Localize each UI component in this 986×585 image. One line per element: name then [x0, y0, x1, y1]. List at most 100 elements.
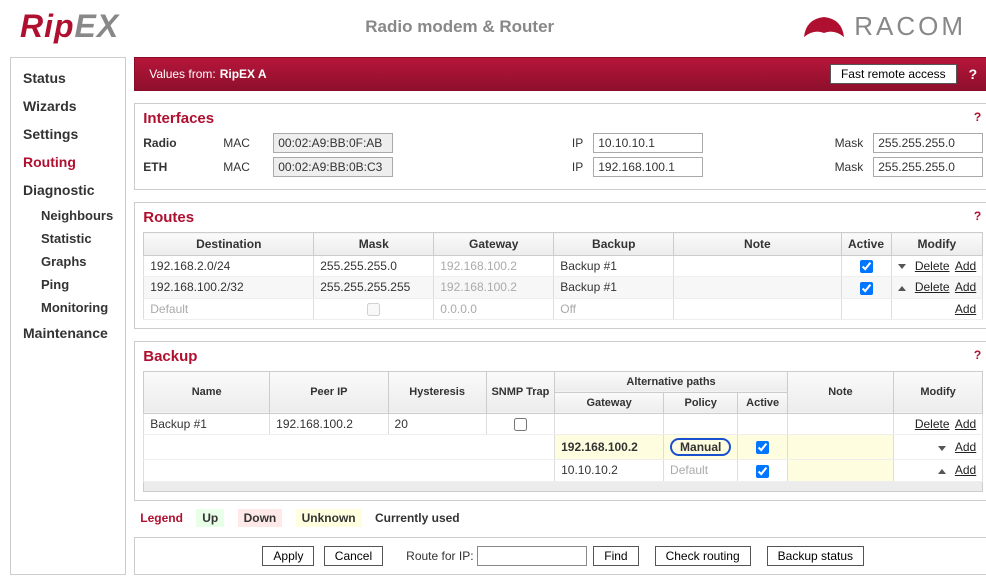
alt-path-row: 192.168.100.2 Manual Add: [144, 435, 983, 460]
check-routing-button[interactable]: Check routing: [655, 546, 751, 566]
add-link[interactable]: Add: [955, 302, 976, 316]
mask-cell: 255.255.255.255: [314, 277, 434, 298]
add-link[interactable]: Add: [955, 259, 976, 273]
interfaces-help-icon[interactable]: ?: [974, 110, 981, 124]
peer-cell: 192.168.100.2: [270, 413, 388, 434]
alt-policy-cell: Default: [664, 460, 738, 481]
sidebar-sub-statistic[interactable]: Statistic: [11, 227, 125, 250]
modify-cell: Delete Add: [893, 413, 982, 434]
sidebar-item-wizards[interactable]: Wizards: [11, 92, 125, 120]
apply-button[interactable]: Apply: [262, 546, 314, 566]
legend-unknown: Unknown: [296, 509, 362, 527]
routes-panel: Routes ? Destination Mask Gateway Backup…: [134, 202, 986, 329]
backup-panel: Backup ? Name Peer IP Hysteresis SNMP Tr…: [134, 341, 986, 501]
delete-link[interactable]: Delete: [915, 259, 950, 273]
note-cell: [787, 460, 893, 481]
sidebar-item-maintenance[interactable]: Maintenance: [11, 319, 125, 347]
arrow-down-icon[interactable]: [938, 446, 946, 451]
values-banner: Values from: RipEX A Fast remote access …: [134, 57, 986, 91]
interfaces-title: Interfaces: [143, 110, 214, 127]
logo-racom: RACOM: [800, 11, 966, 43]
backup-row: Backup #1 192.168.100.2 20 Delete Add: [144, 413, 983, 434]
col-alt-paths: Alternative paths: [555, 371, 788, 392]
logo-ripex: RipEX: [20, 8, 119, 45]
arrow-up-icon[interactable]: [938, 469, 946, 474]
routes-title: Routes: [143, 209, 194, 226]
fast-remote-button[interactable]: Fast remote access: [830, 64, 957, 84]
alt-gw-cell: 192.168.100.2: [555, 435, 664, 460]
gw-cell: 192.168.100.2: [434, 277, 554, 298]
radio-mask-input[interactable]: [873, 133, 983, 153]
modify-cell: Delete Add: [891, 256, 983, 277]
route-row: 192.168.2.0/24 255.255.255.0 192.168.100…: [144, 256, 983, 277]
col-alt-policy: Policy: [664, 392, 738, 413]
routes-help-icon[interactable]: ?: [974, 209, 981, 223]
add-link[interactable]: Add: [955, 463, 976, 477]
alt-active-checkbox[interactable]: [756, 465, 769, 478]
mask-cell: [314, 298, 434, 319]
col-note: Note: [787, 371, 893, 413]
eth-mask-input[interactable]: [873, 157, 983, 177]
radio-mac-input[interactable]: [273, 133, 393, 153]
sidebar-item-diagnostic[interactable]: Diagnostic: [11, 176, 125, 204]
sidebar-item-settings[interactable]: Settings: [11, 120, 125, 148]
mac-label: MAC: [223, 136, 263, 150]
name-cell: Backup #1: [144, 413, 270, 434]
banner-help-icon[interactable]: ?: [969, 66, 978, 82]
delete-link[interactable]: Delete: [915, 280, 950, 294]
col-gateway: Gateway: [434, 233, 554, 256]
mask-label: Mask: [823, 160, 863, 174]
sidebar-item-routing[interactable]: Routing: [11, 148, 125, 176]
legend-current: Currently used: [375, 511, 460, 525]
sidebar-sub-neighbours[interactable]: Neighbours: [11, 204, 125, 227]
find-button[interactable]: Find: [593, 546, 638, 566]
backup-help-icon[interactable]: ?: [974, 348, 981, 362]
ip-label: IP: [563, 160, 583, 174]
dest-cell: 192.168.2.0/24: [144, 256, 314, 277]
add-link[interactable]: Add: [955, 440, 976, 454]
sidebar-item-status[interactable]: Status: [11, 64, 125, 92]
bottom-bar: Apply Cancel Route for IP: Find Check ro…: [134, 537, 986, 575]
note-cell: [674, 256, 841, 277]
route-for-ip-input[interactable]: [477, 546, 587, 566]
eth-ip-input[interactable]: [593, 157, 703, 177]
sidebar-sub-monitoring[interactable]: Monitoring: [11, 296, 125, 319]
policy-manual-badge[interactable]: Manual: [670, 438, 731, 456]
route-row: 192.168.100.2/32 255.255.255.255 192.168…: [144, 277, 983, 298]
arrow-down-icon[interactable]: [898, 264, 906, 269]
active-cell: [841, 256, 891, 277]
mask-label: Mask: [823, 136, 863, 150]
radio-ip-input[interactable]: [593, 133, 703, 153]
page-title: Radio modem & Router: [119, 17, 800, 37]
cancel-button[interactable]: Cancel: [324, 546, 383, 566]
interfaces-panel: Interfaces ? Radio MAC IP Mask ETH MAC I…: [134, 103, 986, 190]
active-checkbox[interactable]: [860, 282, 873, 295]
legend-up: Up: [196, 509, 224, 527]
eth-mac-input[interactable]: [273, 157, 393, 177]
note-cell: [674, 277, 841, 298]
dest-cell: 192.168.100.2/32: [144, 277, 314, 298]
backup-status-button[interactable]: Backup status: [767, 546, 864, 566]
arrow-up-icon[interactable]: [898, 286, 906, 291]
alt-active-checkbox[interactable]: [756, 441, 769, 454]
alt-active-cell: [738, 460, 788, 481]
col-note: Note: [674, 233, 841, 256]
note-cell: [787, 435, 893, 460]
col-modify: Modify: [893, 371, 982, 413]
add-link[interactable]: Add: [955, 280, 976, 294]
delete-link[interactable]: Delete: [915, 417, 950, 431]
mac-label: MAC: [223, 160, 263, 174]
col-snmp: SNMP Trap: [486, 371, 554, 413]
backup-title: Backup: [143, 348, 197, 365]
col-alt-gw: Gateway: [555, 392, 664, 413]
add-link[interactable]: Add: [955, 417, 976, 431]
sidebar-sub-graphs[interactable]: Graphs: [11, 250, 125, 273]
alt-path-row: 10.10.10.2 Default Add: [144, 460, 983, 481]
modify-cell: Add: [891, 298, 983, 319]
active-checkbox[interactable]: [860, 260, 873, 273]
racom-icon: [800, 11, 848, 43]
alt-active-cell: [738, 435, 788, 460]
modify-cell: Add: [893, 435, 982, 460]
sidebar-sub-ping[interactable]: Ping: [11, 273, 125, 296]
snmp-checkbox[interactable]: [514, 418, 527, 431]
